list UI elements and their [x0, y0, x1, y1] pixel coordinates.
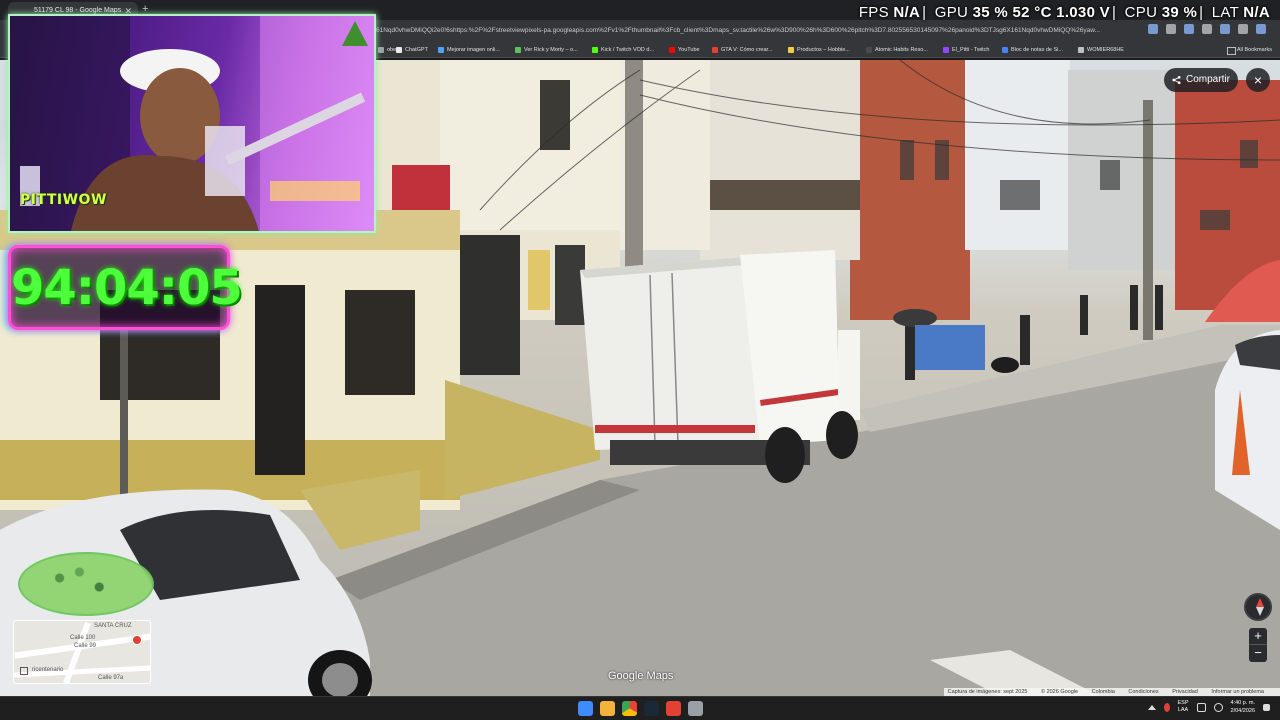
attribution-copyright: © 2026 Google [1040, 689, 1079, 695]
gpu-volt: 1.030 V [1056, 4, 1110, 21]
url-field[interactable]: 61Nqd0vhwDMiQQi2e0!6shttps:%2F%2Fstreetv… [376, 24, 1136, 38]
extensions-puzzle-icon[interactable] [1220, 24, 1230, 34]
lat-label: LAT [1211, 4, 1239, 21]
network-icon[interactable] [1196, 702, 1206, 712]
close-icon[interactable]: × [1246, 68, 1270, 92]
app-red-icon[interactable] [666, 701, 681, 716]
chrome-icon[interactable] [622, 701, 637, 716]
bookmark-item[interactable]: El_Pitti - Twitch [943, 45, 990, 55]
profile-avatar-icon[interactable] [1238, 24, 1248, 34]
clock-time: 4:40 p. m. [1230, 700, 1255, 706]
bookmark-item[interactable]: YouTube [669, 45, 700, 55]
bookmark-item[interactable]: WOMIER68HE [1078, 45, 1124, 55]
desktop-screen: 51179 CL 98 - Google Maps ✕ + 61Nqd0vhwD… [0, 0, 1280, 720]
system-tray: ESP LAA 4:40 p. m. 2/04/2026 [1147, 699, 1270, 715]
attribution-terms[interactable]: Condiciones [1128, 689, 1158, 695]
bookmark-item[interactable]: GTA V: Cómo crear... [712, 45, 773, 55]
microphone-icon[interactable] [1163, 702, 1170, 712]
notifications-icon[interactable] [1263, 703, 1270, 711]
expand-map-icon[interactable] [20, 667, 28, 675]
minimap-label: Calle 97a [98, 675, 124, 681]
fps-value: N/A [893, 4, 921, 21]
language-code: ESP [1177, 700, 1189, 706]
stream-timer: 94:04:05 [11, 260, 243, 316]
gpu-label: GPU [934, 4, 969, 21]
minimap[interactable]: SANTA CRUZ Calle 100 Calle 99 Calle 97a … [13, 620, 151, 684]
language-indicator[interactable]: ESP LAA [1178, 700, 1189, 714]
attribution-country[interactable]: Colombia [1092, 689, 1115, 695]
share-icon [1172, 75, 1181, 85]
attribution-privacy[interactable]: Privacidad [1172, 689, 1198, 695]
share-label: Compartir [1186, 74, 1230, 85]
tab-title: 51179 CL 98 - Google Maps [34, 7, 122, 14]
location-pin-icon [132, 635, 142, 645]
stream-timer-box: 94:04:05 [8, 245, 243, 330]
extension-icon[interactable] [1148, 24, 1158, 34]
clock-date: 2/04/2026 [1230, 708, 1255, 714]
bookmark-item[interactable]: Kick / Twitch VOD d... [592, 45, 654, 55]
attribution-capture-date: Captura de imágenes: sept 2025 [947, 689, 1028, 695]
address-bar-actions [1148, 24, 1266, 34]
performance-overlay: FPS N/A | GPU 35 % 52 °C 1.030 V | CPU 39 … [858, 4, 1270, 21]
attribution-report[interactable]: Informar un problema [1211, 689, 1264, 695]
tray-chevron-icon[interactable] [1147, 704, 1156, 710]
share-button[interactable]: Compartir [1164, 68, 1238, 92]
minimap-label: ricentenario [32, 667, 64, 673]
zoom-out-button[interactable]: − [1249, 645, 1267, 662]
share-page-icon[interactable] [1184, 24, 1194, 34]
menu-dots-icon[interactable] [1256, 24, 1266, 34]
minimap-label: SANTA CRUZ [94, 623, 132, 629]
volume-icon[interactable] [1213, 702, 1223, 712]
bookmark-item[interactable]: Productos – Hobbie... [788, 45, 850, 55]
language-layout: LAA [1177, 707, 1189, 713]
bookmark-item[interactable]: Ver Rick y Morty – o... [515, 45, 578, 55]
file-explorer-icon[interactable] [600, 701, 615, 716]
bookmark-item[interactable]: obe [378, 45, 396, 55]
windows-icon[interactable] [578, 701, 593, 716]
all-bookmarks-button[interactable]: All Bookmarks [1226, 45, 1272, 55]
weed-emblem-overlay [18, 552, 154, 616]
gpu-temp: 52 °C [1012, 4, 1052, 21]
taskbar-apps [578, 701, 703, 716]
fps-label: FPS [858, 4, 889, 21]
zoom-icon[interactable] [1166, 24, 1176, 34]
minimap-label: Calle 99 [74, 643, 97, 649]
bookmark-item[interactable]: Bloc de notas de Si... [1002, 45, 1063, 55]
channel-badge: PITTIWOW [20, 192, 107, 208]
webcam-overlay: PITTIWOW [8, 14, 376, 233]
lat-value: N/A [1243, 4, 1270, 21]
google-maps-logo: Google Maps [608, 670, 674, 682]
cpu-label: CPU [1124, 4, 1158, 21]
steam-icon[interactable] [644, 701, 659, 716]
app-grid-icon[interactable] [688, 701, 703, 716]
zoom-control: + − [1249, 628, 1267, 662]
bookmark-star-icon[interactable] [1202, 24, 1212, 34]
compass-icon[interactable] [1244, 593, 1272, 621]
cpu-load: 39 % [1161, 4, 1198, 21]
bookmark-item[interactable]: ChatGPT [396, 45, 428, 55]
windows-taskbar: ESP LAA 4:40 p. m. 2/04/2026 [0, 696, 1280, 720]
bookmark-item[interactable]: Mejorar imagen onli... [438, 45, 500, 55]
bookmark-item[interactable]: Atomic Habits Reso... [866, 45, 928, 55]
minimap-label: Calle 100 [70, 635, 96, 641]
taskbar-clock[interactable]: 4:40 p. m. 2/04/2026 [1231, 699, 1255, 715]
gpu-load: 35 % [972, 4, 1009, 21]
zoom-in-button[interactable]: + [1249, 628, 1267, 645]
